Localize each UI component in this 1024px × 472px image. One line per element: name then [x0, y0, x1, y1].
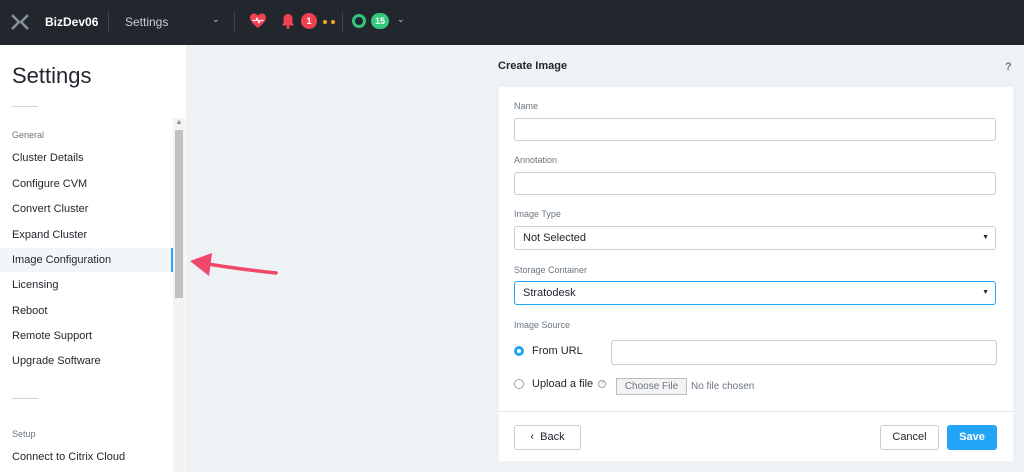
from-url-radio[interactable] — [514, 346, 524, 356]
storage-container-select[interactable]: Stratodesk ▼ — [514, 281, 996, 305]
nutanix-logo-icon[interactable] — [10, 12, 30, 32]
status-dot — [323, 20, 327, 24]
upload-file-radio[interactable] — [514, 379, 524, 389]
alert-count-badge[interactable]: 1 — [301, 13, 317, 29]
scrollbar-thumb[interactable] — [175, 130, 183, 298]
task-count-badge[interactable]: 15 — [371, 13, 390, 29]
group-label-general: General — [12, 130, 45, 140]
cluster-name[interactable]: BizDev06 — [45, 15, 98, 29]
sidebar-item-cluster-details[interactable]: Cluster Details — [0, 146, 173, 170]
topbar-divider — [342, 12, 343, 32]
sidebar-item-image-configuration[interactable]: Image Configuration — [0, 248, 173, 272]
sidebar-item-reboot[interactable]: Reboot — [0, 299, 173, 323]
sidebar-item-licensing[interactable]: Licensing — [0, 273, 173, 297]
sidebar-title: Settings — [12, 63, 92, 88]
from-url-label[interactable]: From URL — [532, 345, 583, 357]
choose-file-button[interactable]: Choose File — [616, 378, 687, 395]
chevron-left-icon: ‹ — [530, 431, 541, 443]
footer-divider — [499, 411, 1013, 412]
sidebar-item-expand-cluster[interactable]: Expand Cluster — [0, 223, 173, 247]
back-button[interactable]: ‹ Back — [514, 425, 581, 450]
chevron-down-icon[interactable]: ⌄ — [212, 14, 220, 25]
page-menu[interactable]: Settings — [125, 15, 168, 29]
name-label: Name — [514, 101, 539, 111]
file-status-text: No file chosen — [691, 381, 755, 392]
image-type-label: Image Type — [514, 209, 561, 219]
topbar-divider — [234, 12, 235, 32]
sidebar-item-remote-support[interactable]: Remote Support — [0, 324, 173, 348]
url-input[interactable] — [611, 340, 997, 365]
back-label: Back — [540, 431, 565, 443]
upload-file-label[interactable]: Upload a file — [532, 378, 593, 390]
annotation-arrow-icon — [190, 253, 278, 276]
sidebar-item-connect-citrix-cloud[interactable]: Connect to Citrix Cloud — [0, 445, 173, 469]
sidebar-item-upgrade-software[interactable]: Upgrade Software — [0, 349, 173, 373]
chevron-down-icon[interactable]: ⌄ — [397, 14, 405, 25]
settings-sidebar: Settings General Cluster Details Configu… — [0, 45, 186, 472]
tasks-ring-icon[interactable] — [352, 14, 366, 28]
group-label-setup: Setup — [12, 429, 36, 439]
scroll-up-arrow-icon[interactable]: ▲ — [173, 118, 185, 128]
health-heart-icon[interactable] — [249, 12, 267, 30]
divider — [12, 106, 38, 107]
bell-icon[interactable] — [280, 12, 296, 30]
sidebar-item-configure-cvm[interactable]: Configure CVM — [0, 172, 173, 196]
storage-container-value: Stratodesk — [523, 287, 576, 299]
image-source-label: Image Source — [514, 320, 571, 330]
annotation-input[interactable] — [514, 172, 996, 195]
info-icon[interactable]: ? — [598, 380, 606, 388]
image-type-select[interactable]: Not Selected ▼ — [514, 226, 996, 250]
help-icon[interactable]: ? — [1005, 61, 1012, 73]
topbar-divider — [108, 12, 109, 32]
divider — [12, 398, 38, 399]
top-bar: BizDev06 Settings ⌄ 1 15 ⌄ — [0, 0, 1024, 45]
name-input[interactable] — [514, 118, 996, 141]
status-dot — [331, 20, 335, 24]
caret-down-icon: ▼ — [982, 289, 989, 296]
image-type-value: Not Selected — [523, 232, 586, 244]
cancel-button[interactable]: Cancel — [880, 425, 939, 450]
annotation-label: Annotation — [514, 155, 558, 165]
sidebar-scrollbar[interactable]: ▲ — [173, 118, 185, 472]
dialog-title: Create Image — [498, 60, 568, 72]
sidebar-item-convert-cluster[interactable]: Convert Cluster — [0, 197, 173, 221]
caret-down-icon: ▼ — [982, 234, 989, 241]
save-button[interactable]: Save — [947, 425, 997, 450]
create-image-form: Name Annotation Image Type Not Selected … — [499, 87, 1013, 461]
storage-container-label: Storage Container — [514, 265, 588, 275]
